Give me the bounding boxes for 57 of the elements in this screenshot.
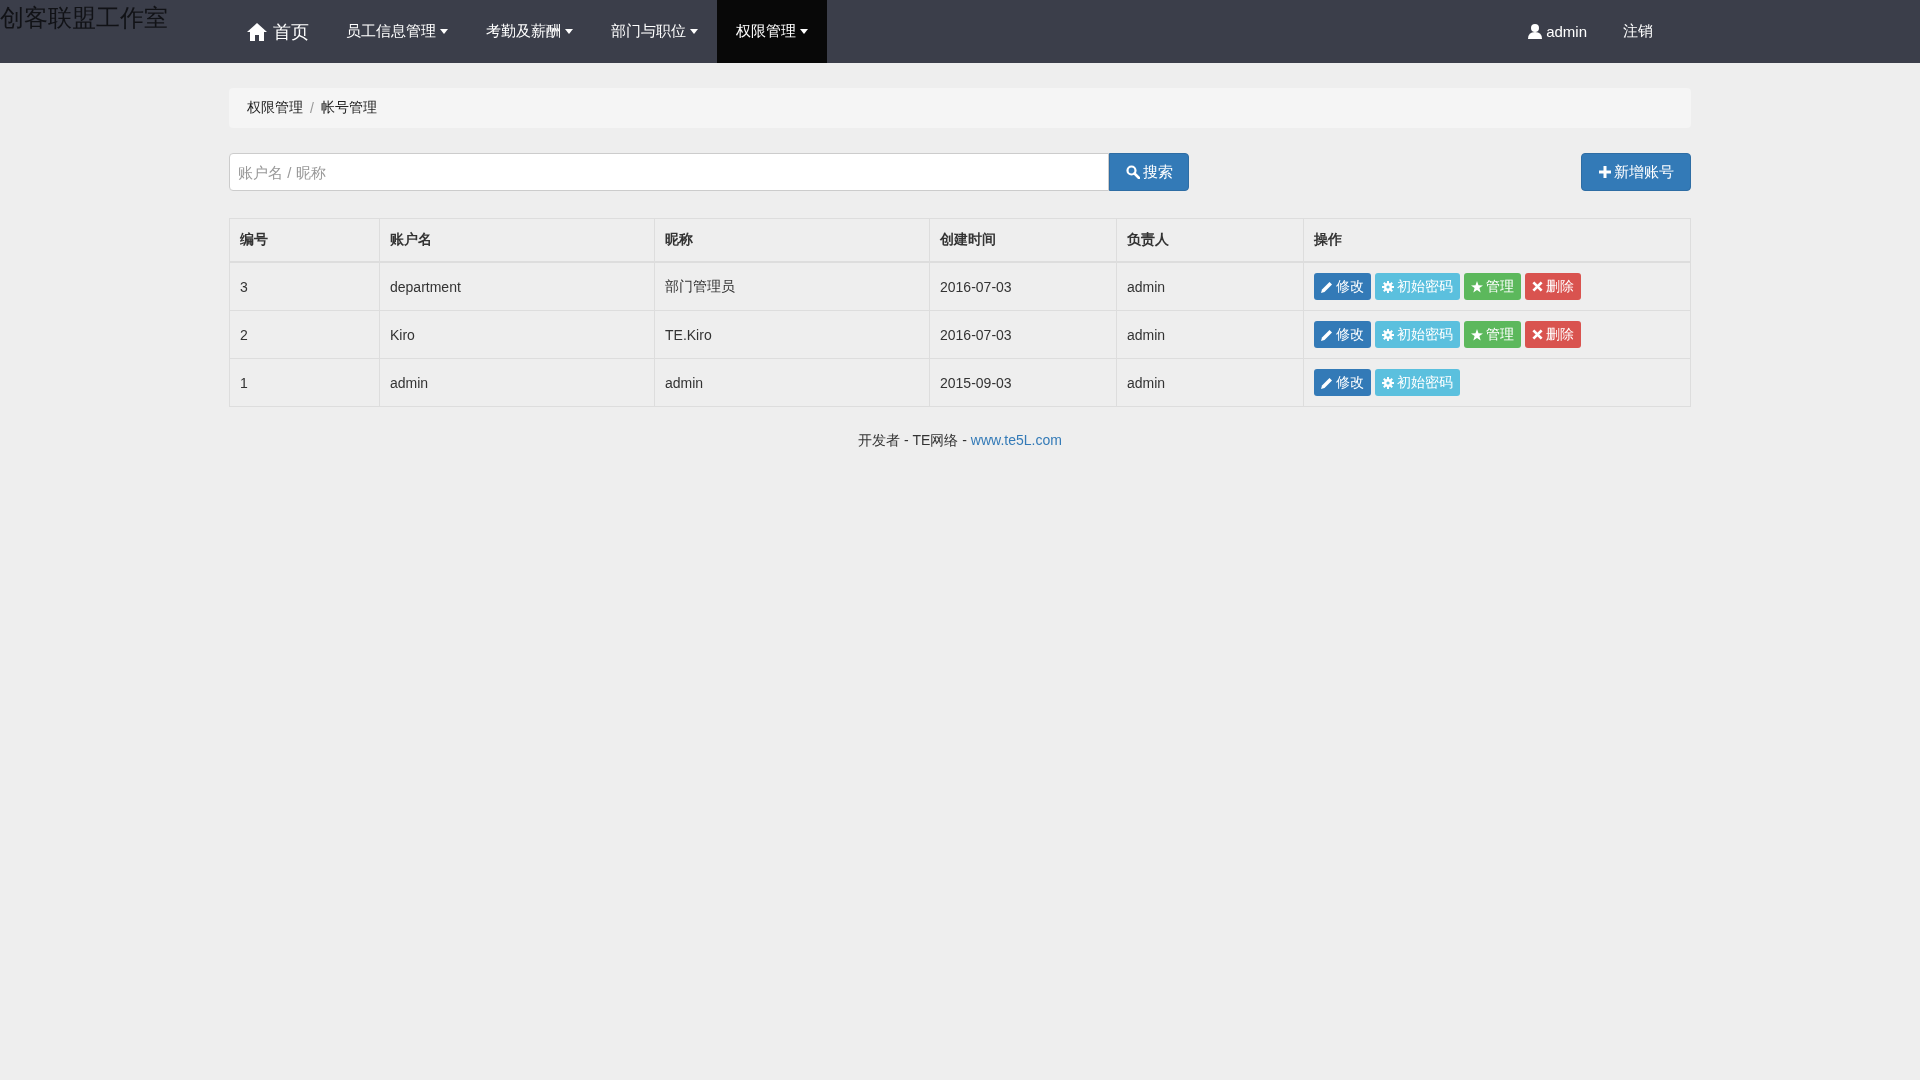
table-cell: 1: [230, 359, 380, 406]
breadcrumb-item[interactable]: 帐号管理: [320, 99, 377, 117]
column-header: 创建时间: [930, 219, 1117, 263]
website-link[interactable]: www.te5L.com: [970, 432, 1062, 448]
footer-text: 开发者 - TE网络 - www.te5L.com: [857, 432, 1063, 450]
gear-icon: [1382, 280, 1394, 293]
manage-button[interactable]: 管理: [1464, 273, 1521, 300]
edit-button[interactable]: 修改: [1314, 273, 1371, 300]
column-header: 昵称: [655, 219, 930, 263]
nav-menu-item[interactable]: 员工信息管理: [327, 0, 467, 63]
breadcrumb-item[interactable]: 权限管理: [247, 99, 303, 117]
table-cell: 2015-09-03: [930, 359, 1117, 406]
table-cell: admin: [1117, 311, 1304, 359]
user-icon: [1528, 24, 1543, 39]
table-cell: admin: [1117, 263, 1304, 311]
table-cell: Kiro: [380, 311, 655, 359]
table-cell: department: [380, 263, 655, 311]
pencil-icon: [1321, 328, 1333, 341]
logout-link[interactable]: 注销: [1605, 0, 1671, 63]
table-cell: 2016-07-03: [930, 311, 1117, 359]
add-account-button[interactable]: 新增账号: [1581, 153, 1691, 191]
pencil-icon: [1321, 376, 1333, 389]
plus-icon: [1598, 166, 1611, 178]
pencil-icon: [1321, 280, 1333, 293]
search-button[interactable]: 搜索: [1109, 153, 1189, 191]
nav-menu-item[interactable]: 部门与职位: [592, 0, 717, 63]
home-link[interactable]: 首页: [229, 0, 327, 63]
table-cell: 2: [230, 311, 380, 359]
user-link[interactable]: admin: [1510, 0, 1605, 63]
close-icon: [1532, 329, 1543, 340]
table-cell: admin: [380, 359, 655, 406]
search-icon: [1125, 165, 1140, 179]
table-cell: 3: [230, 263, 380, 311]
table-cell: 2016-07-03: [930, 263, 1117, 311]
delete-button[interactable]: 删除: [1525, 321, 1581, 348]
edit-button[interactable]: 修改: [1314, 369, 1371, 396]
table-cell: admin: [655, 359, 930, 406]
table-cell: TE.Kiro: [655, 311, 930, 359]
nav-menu-item[interactable]: 考勤及薪酬: [467, 0, 592, 63]
column-header: 操作: [1304, 219, 1690, 263]
column-header: 负责人: [1117, 219, 1304, 263]
column-header: 账户名: [380, 219, 655, 263]
edit-button[interactable]: 修改: [1314, 321, 1371, 348]
column-header: 编号: [230, 219, 380, 263]
home-icon: [247, 22, 267, 41]
star-icon: [1471, 280, 1483, 293]
search-field[interactable]: 账户名 / 昵称: [229, 153, 1109, 191]
gear-icon: [1382, 328, 1394, 341]
nav-menu-item[interactable]: 权限管理: [717, 0, 827, 63]
table-cell: admin: [1117, 359, 1304, 406]
gear-icon: [1382, 376, 1394, 389]
star-icon: [1471, 328, 1483, 341]
breadcrumb-separator: /: [310, 100, 314, 116]
manage-button[interactable]: 管理: [1464, 321, 1521, 348]
delete-button[interactable]: 删除: [1525, 273, 1581, 300]
close-icon: [1532, 281, 1543, 292]
table-cell: 部门管理员: [655, 263, 930, 311]
